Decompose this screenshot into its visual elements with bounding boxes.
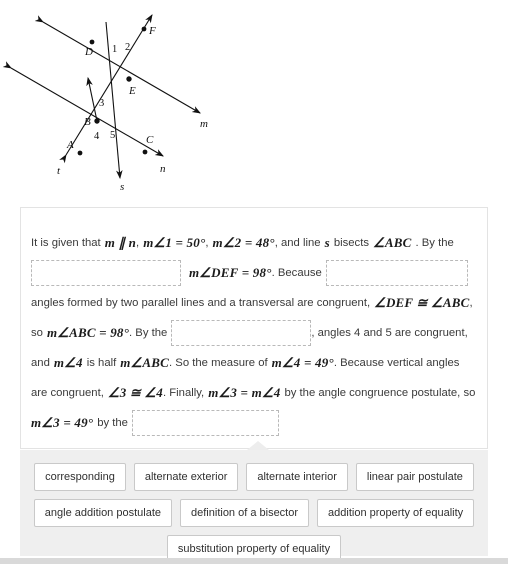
label-E: E xyxy=(128,85,136,97)
blank-1[interactable] xyxy=(31,260,181,286)
point-F xyxy=(141,26,147,32)
proof-line-5: and m∠4 is half m∠ABC . So the measure o… xyxy=(31,348,477,378)
proof-line-7: m∠3 = 49° by the xyxy=(31,408,477,438)
proof-text: It is given that m ∥ n , m∠1 = 50° , m∠2… xyxy=(21,208,487,438)
point-B xyxy=(94,118,100,124)
angle-label-3: 3 xyxy=(99,98,104,109)
proof-line-2: m∠DEF = 98° . Because xyxy=(31,258,477,288)
angle-label-4: 4 xyxy=(94,131,100,142)
label-A: A xyxy=(66,139,74,151)
proof-l5-m2: m∠ABC xyxy=(120,355,170,370)
proof-l7-m1: m∠3 = 49° xyxy=(31,415,94,430)
proof-l1-t1: It is given that xyxy=(31,237,101,249)
proof-l1-m1: m ∥ n xyxy=(104,235,137,250)
proof-l4-t2: . By the xyxy=(129,327,168,339)
proof-l6-m2: m∠3 = m∠4 xyxy=(208,385,281,400)
bottom-strip xyxy=(0,558,508,564)
label-B: B xyxy=(84,116,91,128)
proof-l3-t2: , xyxy=(469,297,473,309)
proof-l5-m3: m∠4 = 49° xyxy=(271,355,334,370)
proof-card: It is given that m ∥ n , m∠1 = 50° , m∠2… xyxy=(20,207,488,449)
proof-line-6: are congruent, ∠3 ≅ ∠4 . Finally, m∠3 = … xyxy=(31,378,477,408)
choice-definition-of-a-bisector[interactable]: definition of a bisector xyxy=(180,499,310,527)
label-C: C xyxy=(146,134,154,146)
proof-l4-m1: m∠ABC = 98° xyxy=(46,325,130,340)
proof-l3-t1: angles formed by two parallel lines and … xyxy=(31,297,371,309)
proof-l6-t2: . Finally, xyxy=(162,387,205,399)
answer-bank-caret-icon xyxy=(247,441,269,450)
choice-linear-pair-postulate[interactable]: linear pair postulate xyxy=(355,463,474,491)
choice-alternate-exterior[interactable]: alternate exterior xyxy=(133,463,239,491)
choice-angle-addition-postulate[interactable]: angle addition postulate xyxy=(33,499,173,527)
label-line-m: m xyxy=(200,118,208,130)
proof-l4-t3: , angles 4 and 5 are congruent, xyxy=(311,327,468,339)
proof-l1-t5: bisects xyxy=(333,237,369,249)
proof-l6-t1: are congruent, xyxy=(31,387,104,399)
proof-l1-t4: , and line xyxy=(274,237,321,249)
transversal-line xyxy=(59,14,153,164)
proof-l1-t3: , xyxy=(205,237,209,249)
proof-l5-t3: . So the measure of xyxy=(169,357,268,369)
label-line-s: s xyxy=(120,181,124,193)
proof-l4-t1: so xyxy=(31,327,43,339)
choice-corresponding[interactable]: corresponding xyxy=(34,463,126,491)
choice-alternate-interior[interactable]: alternate interior xyxy=(246,463,348,491)
answer-bank-row-1: corresponding alternate exterior alterna… xyxy=(20,463,488,491)
proof-l1-t6: . By the xyxy=(415,237,454,249)
proof-l2-m1: m∠DEF = 98° xyxy=(189,265,272,280)
proof-l1-m4: s xyxy=(324,235,330,250)
geometry-figure: D F E B A C 1 2 3 4 5 m n s t xyxy=(2,14,208,193)
proof-l5-t2: is half xyxy=(86,357,117,369)
proof-l1-m5: ∠ABC xyxy=(373,235,412,250)
label-line-n: n xyxy=(160,163,166,175)
proof-l3-m1: ∠DEF ≅ ∠ABC xyxy=(374,295,470,310)
point-C xyxy=(142,149,148,155)
geometry-diagram-panel: D F E B A C 1 2 3 4 5 m n s t xyxy=(0,0,508,200)
blank-2[interactable] xyxy=(325,260,468,286)
proof-l5-m1: m∠4 xyxy=(53,355,83,370)
label-D: D xyxy=(84,46,93,58)
point-D xyxy=(89,39,95,45)
answer-bank-row-2: angle addition postulate definition of a… xyxy=(20,499,488,527)
choice-addition-property-of-equality[interactable]: addition property of equality xyxy=(317,499,475,527)
line-m xyxy=(34,15,201,114)
proof-l1-m2: m∠1 = 50° xyxy=(143,235,206,250)
label-F: F xyxy=(148,25,156,37)
proof-line-4: so m∠ABC = 98° . By the , angles 4 and 5… xyxy=(31,318,477,348)
proof-l2-t1: . Because xyxy=(271,267,322,279)
point-E xyxy=(126,76,132,82)
proof-l1-t2: , xyxy=(136,237,140,249)
proof-line-1: It is given that m ∥ n , m∠1 = 50° , m∠2… xyxy=(31,228,477,258)
angle-label-1: 1 xyxy=(112,44,117,55)
blank-4[interactable] xyxy=(131,410,279,436)
line-n xyxy=(2,61,164,157)
proof-l5-t4: . Because vertical angles xyxy=(333,357,460,369)
proof-l7-t1: by the xyxy=(97,417,128,429)
proof-line-3: angles formed by two parallel lines and … xyxy=(31,288,477,318)
angle-label-5: 5 xyxy=(110,130,115,141)
proof-l6-t3: by the angle congruence postulate, so xyxy=(284,387,476,399)
answer-bank: corresponding alternate exterior alterna… xyxy=(20,450,488,563)
point-A xyxy=(77,150,83,156)
proof-l1-m3: m∠2 = 48° xyxy=(212,235,275,250)
blank-3[interactable] xyxy=(171,320,312,346)
proof-l6-m1: ∠3 ≅ ∠4 xyxy=(107,385,163,400)
angle-label-2: 2 xyxy=(125,42,130,53)
proof-l5-t1: and xyxy=(31,357,50,369)
label-line-t: t xyxy=(57,165,61,177)
